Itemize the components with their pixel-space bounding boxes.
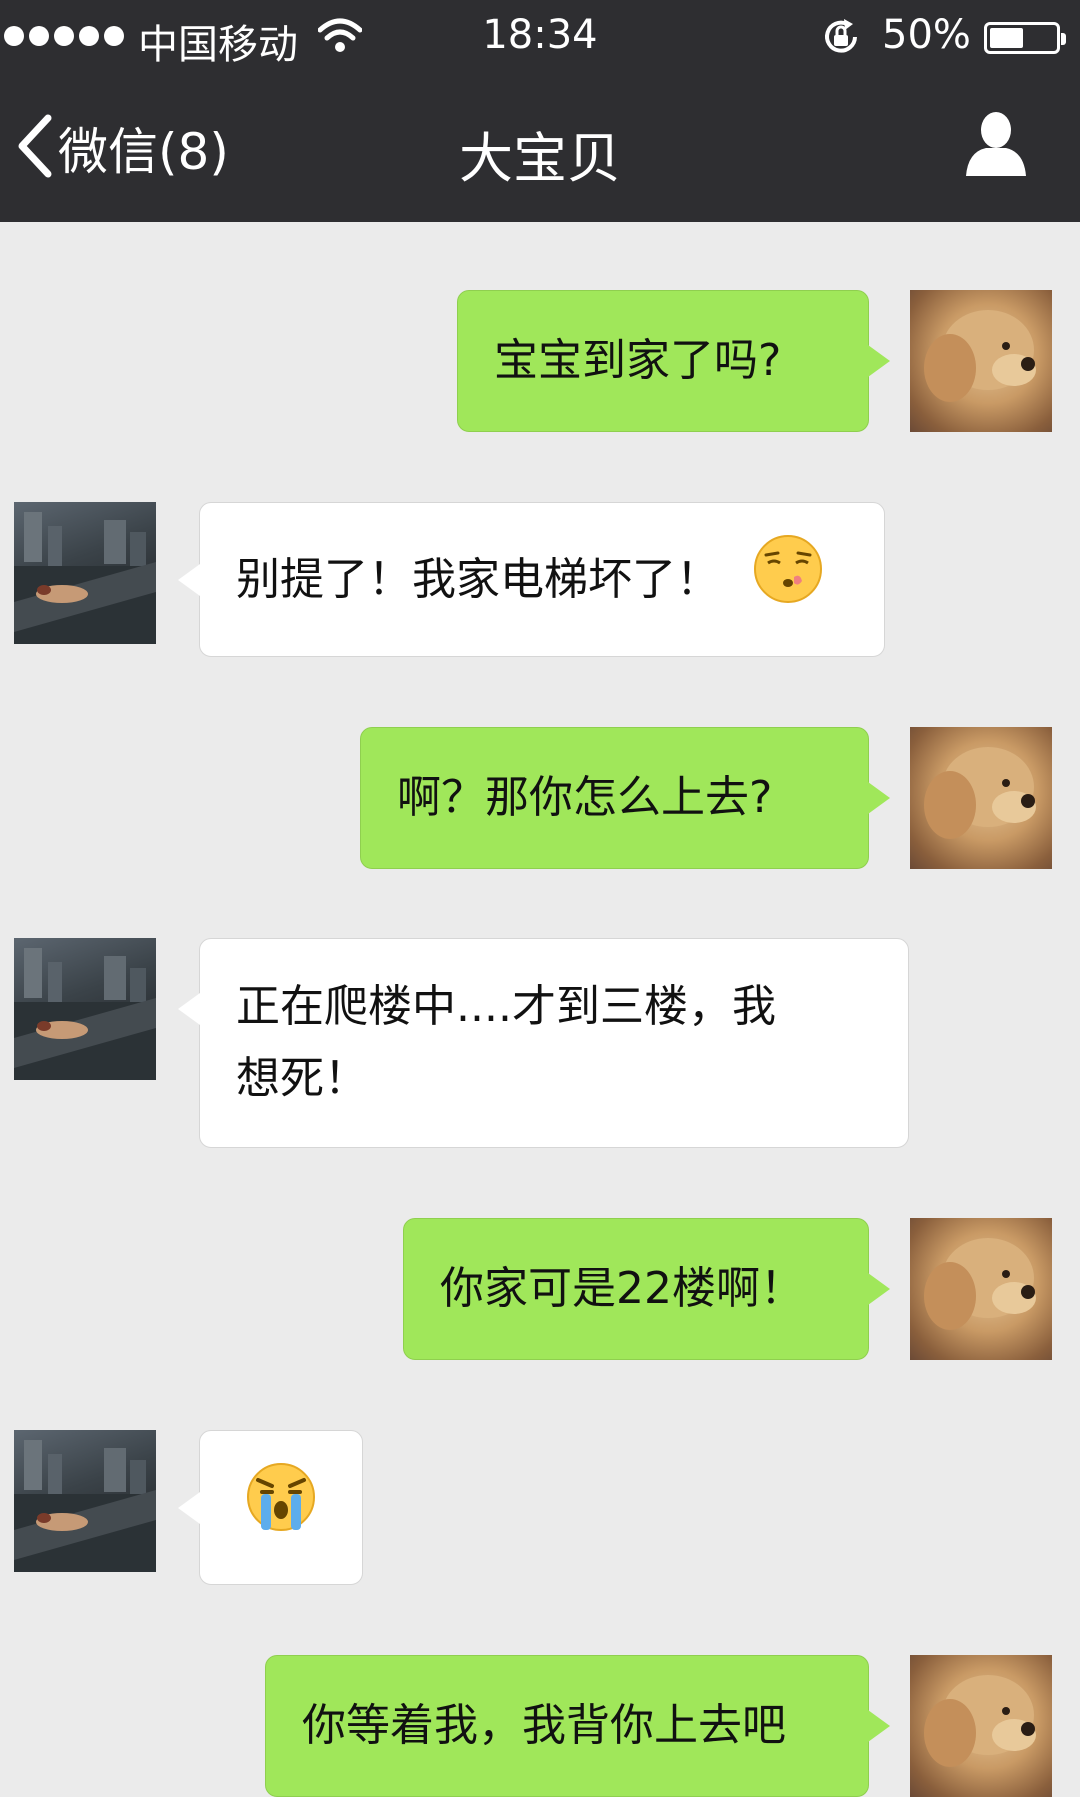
message-text: 别提了！我家电梯坏了！ — [236, 553, 720, 605]
message-bubble-outgoing[interactable]: 你家可是22楼啊！ — [403, 1218, 890, 1360]
message-bubble-outgoing[interactable]: 你等着我，我背你上去吧 — [265, 1655, 890, 1797]
battery-icon — [984, 22, 1066, 54]
message-bubble-incoming[interactable]: 别提了！我家电梯坏了！ — [178, 502, 885, 657]
status-bar: 中国移动 18:34 50% — [0, 0, 1080, 72]
battery-percentage: 50% — [882, 12, 971, 58]
navigation-bar: 微信(8) 大宝贝 — [0, 72, 1080, 222]
crying-face-icon — [244, 1460, 318, 1556]
chat-message-list[interactable]: 宝宝到家了吗? 别提了！我家电梯坏了！ 啊？那你怎么上去? 正在爬楼中....才… — [0, 222, 1080, 1797]
my-avatar[interactable] — [910, 1655, 1052, 1797]
message-text-line: 想死！ — [236, 1053, 368, 1104]
message-bubble-incoming[interactable] — [178, 1430, 363, 1585]
chat-title: 大宝贝 — [459, 127, 621, 190]
message-text: 宝宝到家了吗? — [494, 335, 782, 386]
contact-avatar[interactable] — [14, 502, 156, 644]
message-bubble-outgoing[interactable]: 宝宝到家了吗? — [457, 290, 890, 432]
message-text-line: 正在爬楼中....才到三楼，我 — [236, 981, 776, 1032]
my-avatar[interactable] — [910, 290, 1052, 432]
my-avatar[interactable] — [910, 1218, 1052, 1360]
sleepy-sad-face-icon — [752, 533, 824, 627]
person-icon — [960, 112, 1032, 184]
contact-avatar[interactable] — [14, 1430, 156, 1572]
message-text: 啊？那你怎么上去? — [397, 772, 773, 823]
my-avatar[interactable] — [910, 727, 1052, 869]
message-bubble-incoming[interactable]: 正在爬楼中....才到三楼，我 想死！ — [178, 938, 909, 1148]
message-text: 你家可是22楼啊！ — [440, 1263, 804, 1314]
rotation-lock-icon — [820, 16, 862, 67]
contact-avatar[interactable] — [14, 938, 156, 1080]
profile-button[interactable] — [960, 108, 1032, 184]
message-text: 你等着我，我背你上去吧 — [302, 1700, 786, 1751]
message-bubble-outgoing[interactable]: 啊？那你怎么上去? — [360, 727, 890, 869]
